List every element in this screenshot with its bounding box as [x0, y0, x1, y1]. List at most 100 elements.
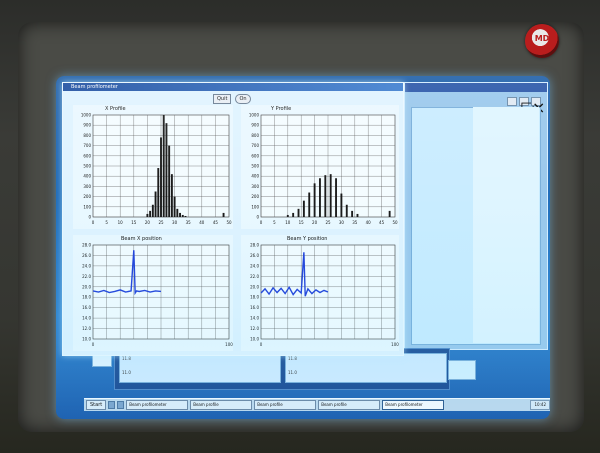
start-button[interactable]: Start	[86, 400, 107, 410]
histogram-bar	[340, 193, 343, 217]
y-tick-label: 20.0	[82, 284, 91, 289]
histogram-bar	[324, 175, 327, 217]
y-profile-svg: 100090080070060050040030020010000 5 10 15 20…	[249, 113, 398, 226]
histogram-bar	[151, 204, 154, 217]
y-tick-label: 100	[83, 204, 91, 209]
x-tick-label: 0	[260, 342, 263, 347]
histogram-bar	[184, 215, 187, 217]
y-tick-label: 22.0	[82, 274, 91, 279]
histogram-bar	[335, 178, 337, 217]
y-tick-label: 14.0	[250, 316, 259, 321]
taskbar-item-active[interactable]: Beam profilometer	[382, 400, 445, 410]
quick-launch-icon[interactable]	[108, 401, 116, 409]
lower-right-label-b: 11.0	[288, 370, 297, 375]
histogram-bar	[154, 191, 157, 217]
y-tick-label: 18.0	[82, 295, 91, 300]
x-profile-svg: 100090080070060050040030020010000 5 10 15 20…	[81, 113, 232, 226]
background-window-buttons: _ □ ×	[507, 97, 545, 117]
histogram-bar	[146, 213, 149, 217]
x-tick-label: 30	[339, 220, 345, 225]
y-tick-label: 0	[88, 215, 91, 220]
histogram-bar	[297, 208, 300, 217]
monitor-screen: _ □ × 1024 11.8 11.0 11.8 11.0 Beam prof…	[56, 76, 550, 419]
histogram-bar	[292, 212, 295, 217]
y-tick-label: 300	[83, 184, 91, 189]
x-tick-label: 45	[379, 220, 385, 225]
monitor-logo-badge: MD	[525, 24, 559, 58]
taskbar-item[interactable]: Beam profile	[254, 400, 317, 410]
y-tick-label: 14.0	[82, 316, 91, 321]
on-off-button[interactable]: On	[235, 94, 251, 104]
x-tick-label: 20	[145, 220, 151, 225]
histogram-bar	[179, 212, 181, 217]
histogram-bar	[181, 214, 184, 217]
y-tick-label: 500	[251, 164, 259, 169]
x-tick-label: 45	[213, 220, 219, 225]
y-tick-label: 16.0	[82, 305, 91, 310]
x-tick-label: 40	[199, 220, 205, 225]
histogram-bar	[319, 178, 321, 217]
x-tick-label: 100	[225, 342, 233, 347]
beam-x-position-chart: Beam X position 28.0 26.0 24.0 22.0 20.0 18.0…	[73, 235, 233, 351]
quit-button[interactable]: Quit	[213, 94, 232, 104]
histogram-bar	[308, 192, 311, 217]
histogram-bar	[160, 137, 162, 217]
y-tick-label: 200	[251, 194, 259, 199]
histogram-bar	[176, 208, 179, 217]
y-tick-label: 200	[83, 194, 91, 199]
histogram-bar	[162, 115, 165, 217]
x-tick-label: 25	[158, 220, 164, 225]
lower-left-label-b: 11.0	[122, 370, 131, 375]
histogram-bar	[329, 174, 332, 217]
histogram-bar	[351, 210, 354, 217]
y-tick-label: 18.0	[250, 295, 259, 300]
taskbar-item[interactable]: Beam profile	[190, 400, 253, 410]
x-tick-label: 25	[325, 220, 331, 225]
background-window-title-bar[interactable]	[405, 83, 547, 92]
y-tick-label: 800	[83, 133, 91, 138]
taskbar-item[interactable]: Beam profilometer	[126, 400, 189, 410]
y-profile-chart: Y Profile 1000 900 800 700 600 500 400 300 200 10…	[241, 105, 399, 229]
background-window-pane	[473, 107, 539, 343]
logo-text: MD	[534, 34, 550, 43]
y-tick-label: 26.0	[82, 253, 91, 258]
beam-profilometer-window[interactable]: Beam profilometer Quit On X Profile 1000…	[62, 82, 404, 356]
y-tick-label: 400	[83, 174, 91, 179]
y-tick-label: 700	[251, 143, 259, 148]
y-tick-label: 22.0	[250, 274, 259, 279]
maximize-button[interactable]: □	[519, 97, 535, 117]
y-tick-label: 24.0	[82, 263, 91, 268]
x-tick-label: 35	[186, 220, 192, 225]
y-tick-label: 16.0	[250, 305, 259, 310]
y-tick-label: 10.0	[82, 337, 91, 342]
window-controls: Quit On	[213, 94, 251, 104]
histogram-bar	[168, 145, 171, 217]
lower-left-label-a: 11.8	[122, 356, 131, 361]
y-tick-label: 700	[83, 143, 91, 148]
histogram-bar	[170, 174, 173, 217]
y-tick-label: 100	[251, 204, 259, 209]
histogram-bar	[345, 204, 348, 217]
x-tick-label: 0	[92, 342, 95, 347]
system-tray-clock[interactable]: 10:42	[530, 400, 550, 410]
histogram-bar	[157, 168, 160, 217]
beam-x-position-svg: 28.0 26.0 24.0 22.0 20.0 18.0 16.0 14.0 12.0 10.0…	[82, 243, 233, 348]
taskbar-item[interactable]: Beam profile	[318, 400, 381, 410]
x-tick-label: 15	[131, 220, 137, 225]
minimize-button[interactable]: _	[507, 97, 517, 117]
histogram-bar	[302, 200, 305, 217]
histogram-bar	[313, 183, 316, 217]
x-tick-label: 5	[273, 220, 276, 225]
y-tick-label: 600	[83, 153, 91, 158]
y-tick-label: 20.0	[250, 284, 259, 289]
quick-launch-icon[interactable]	[117, 401, 125, 409]
window-title-bar[interactable]: Beam profilometer	[63, 83, 403, 91]
y-tick-label: 28.0	[250, 243, 259, 248]
y-tick-label: 500	[83, 164, 91, 169]
x-tick-label: 30	[172, 220, 178, 225]
histogram-bar	[149, 210, 152, 217]
background-window[interactable]: _ □ ×	[404, 82, 548, 350]
x-tick-label: 15	[299, 220, 305, 225]
close-button[interactable]: ×	[531, 97, 545, 117]
y-tick-label: 28.0	[82, 243, 91, 248]
